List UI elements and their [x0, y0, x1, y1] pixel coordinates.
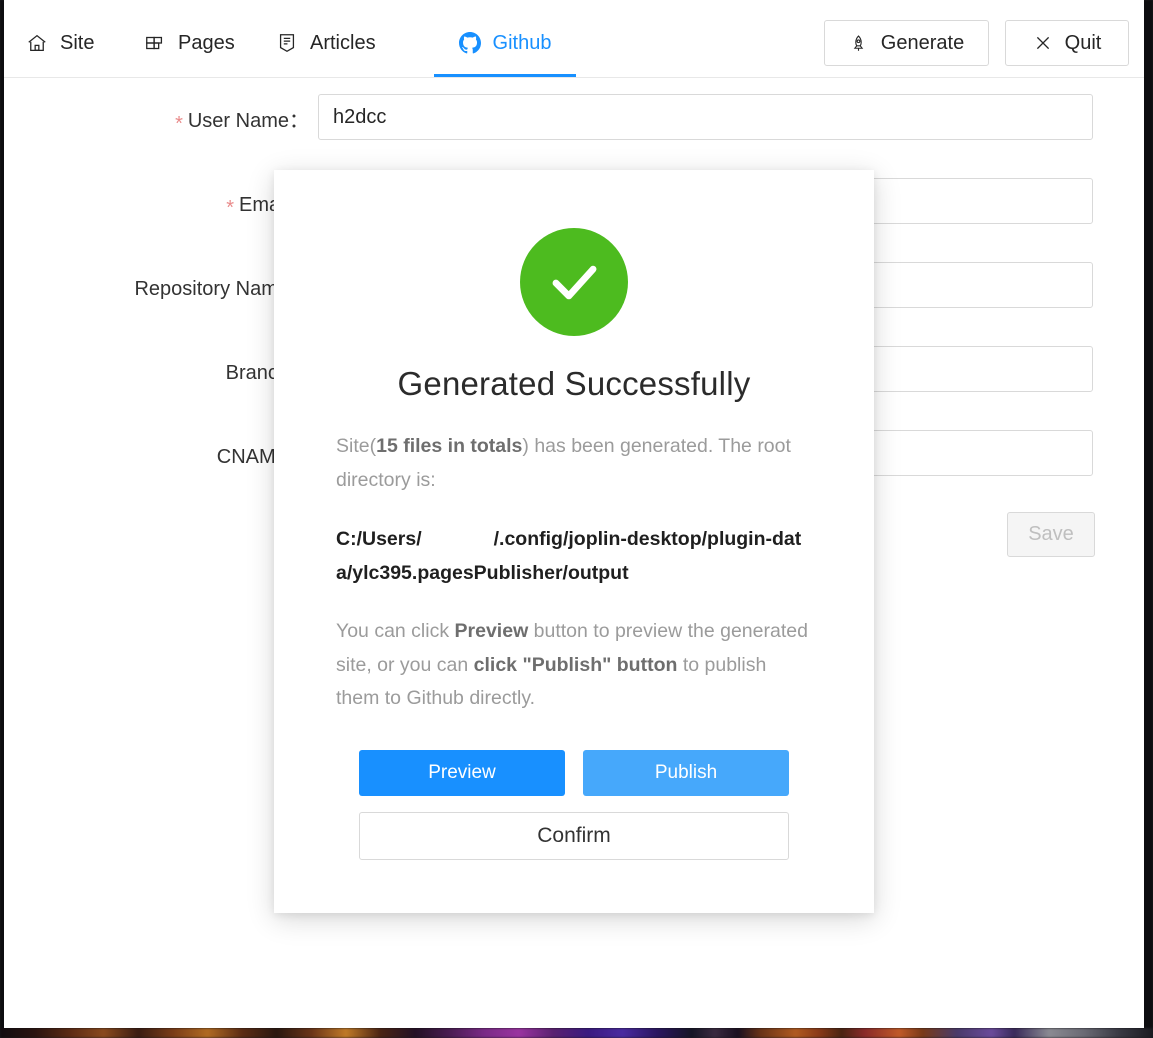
dialog-actions-primary-row: Preview Publish	[359, 750, 789, 796]
dialog-hint: You can click Preview button to preview …	[336, 615, 812, 716]
tab-articles[interactable]: Articles	[276, 9, 416, 77]
hint-part1: You can click	[336, 620, 455, 642]
save-button[interactable]: Save	[1007, 512, 1095, 557]
tab-github-label: Github	[493, 33, 552, 53]
dialog-output-path: C:/Users//.config/joplin-desktop/plugin-…	[336, 523, 812, 590]
preview-button[interactable]: Preview	[359, 750, 565, 796]
tab-articles-label: Articles	[310, 33, 376, 53]
tab-site-label: Site	[60, 33, 94, 53]
dialog-body: Site(15 files in totals) has been genera…	[274, 430, 874, 716]
dialog-icon-row	[274, 170, 874, 336]
label-cname: CNAME：	[4, 440, 309, 469]
generate-button[interactable]: Generate	[824, 20, 989, 66]
publish-button[interactable]: Publish	[583, 750, 789, 796]
label-repository-name: Repository Name：	[4, 272, 309, 301]
github-icon	[459, 32, 481, 54]
desc-file-count: 15 files in totals	[376, 435, 522, 457]
path-prefix: C:/Users/	[336, 528, 422, 550]
dialog-title: Generated Successfully	[274, 365, 874, 403]
home-icon	[26, 32, 48, 54]
top-toolbar: Site Pages	[4, 9, 1144, 78]
quit-button[interactable]: Quit	[1005, 20, 1129, 66]
active-tab-underline	[434, 74, 576, 77]
label-email: *Email：	[4, 188, 309, 217]
required-marker: *	[175, 113, 183, 135]
required-marker: *	[226, 197, 234, 219]
toolbar-actions: Generate Quit	[824, 20, 1129, 66]
rocket-icon	[849, 33, 869, 53]
success-check-icon	[520, 228, 628, 336]
label-branch: Branch：	[4, 356, 309, 385]
desc-prefix: Site(	[336, 435, 376, 457]
confirm-button[interactable]: Confirm	[359, 812, 789, 860]
hint-strong-publish: click "Publish" button	[474, 654, 678, 676]
dialog-description: Site(15 files in totals) has been genera…	[336, 430, 812, 497]
layout-icon	[144, 32, 166, 54]
tab-pages[interactable]: Pages	[144, 9, 266, 77]
tab-site[interactable]: Site	[26, 9, 136, 77]
form-row-user-name: *User Name：	[4, 78, 1144, 162]
generated-successfully-dialog: Generated Successfully Site(15 files in …	[274, 170, 874, 913]
tab-github[interactable]: Github	[434, 9, 576, 77]
app-window: Site Pages	[4, 0, 1144, 1028]
generate-button-label: Generate	[881, 32, 964, 55]
user-name-input[interactable]	[318, 94, 1093, 140]
quit-button-label: Quit	[1065, 32, 1102, 55]
tab-pages-label: Pages	[178, 33, 235, 53]
label-user-name: *User Name：	[4, 104, 309, 133]
tab-bar: Site Pages	[4, 9, 576, 77]
label-user-name-text: User Name：	[188, 110, 309, 132]
dialog-actions: Preview Publish Confirm	[274, 716, 874, 860]
close-icon	[1033, 33, 1053, 53]
document-icon	[276, 32, 298, 54]
hint-strong-preview: Preview	[455, 620, 529, 642]
